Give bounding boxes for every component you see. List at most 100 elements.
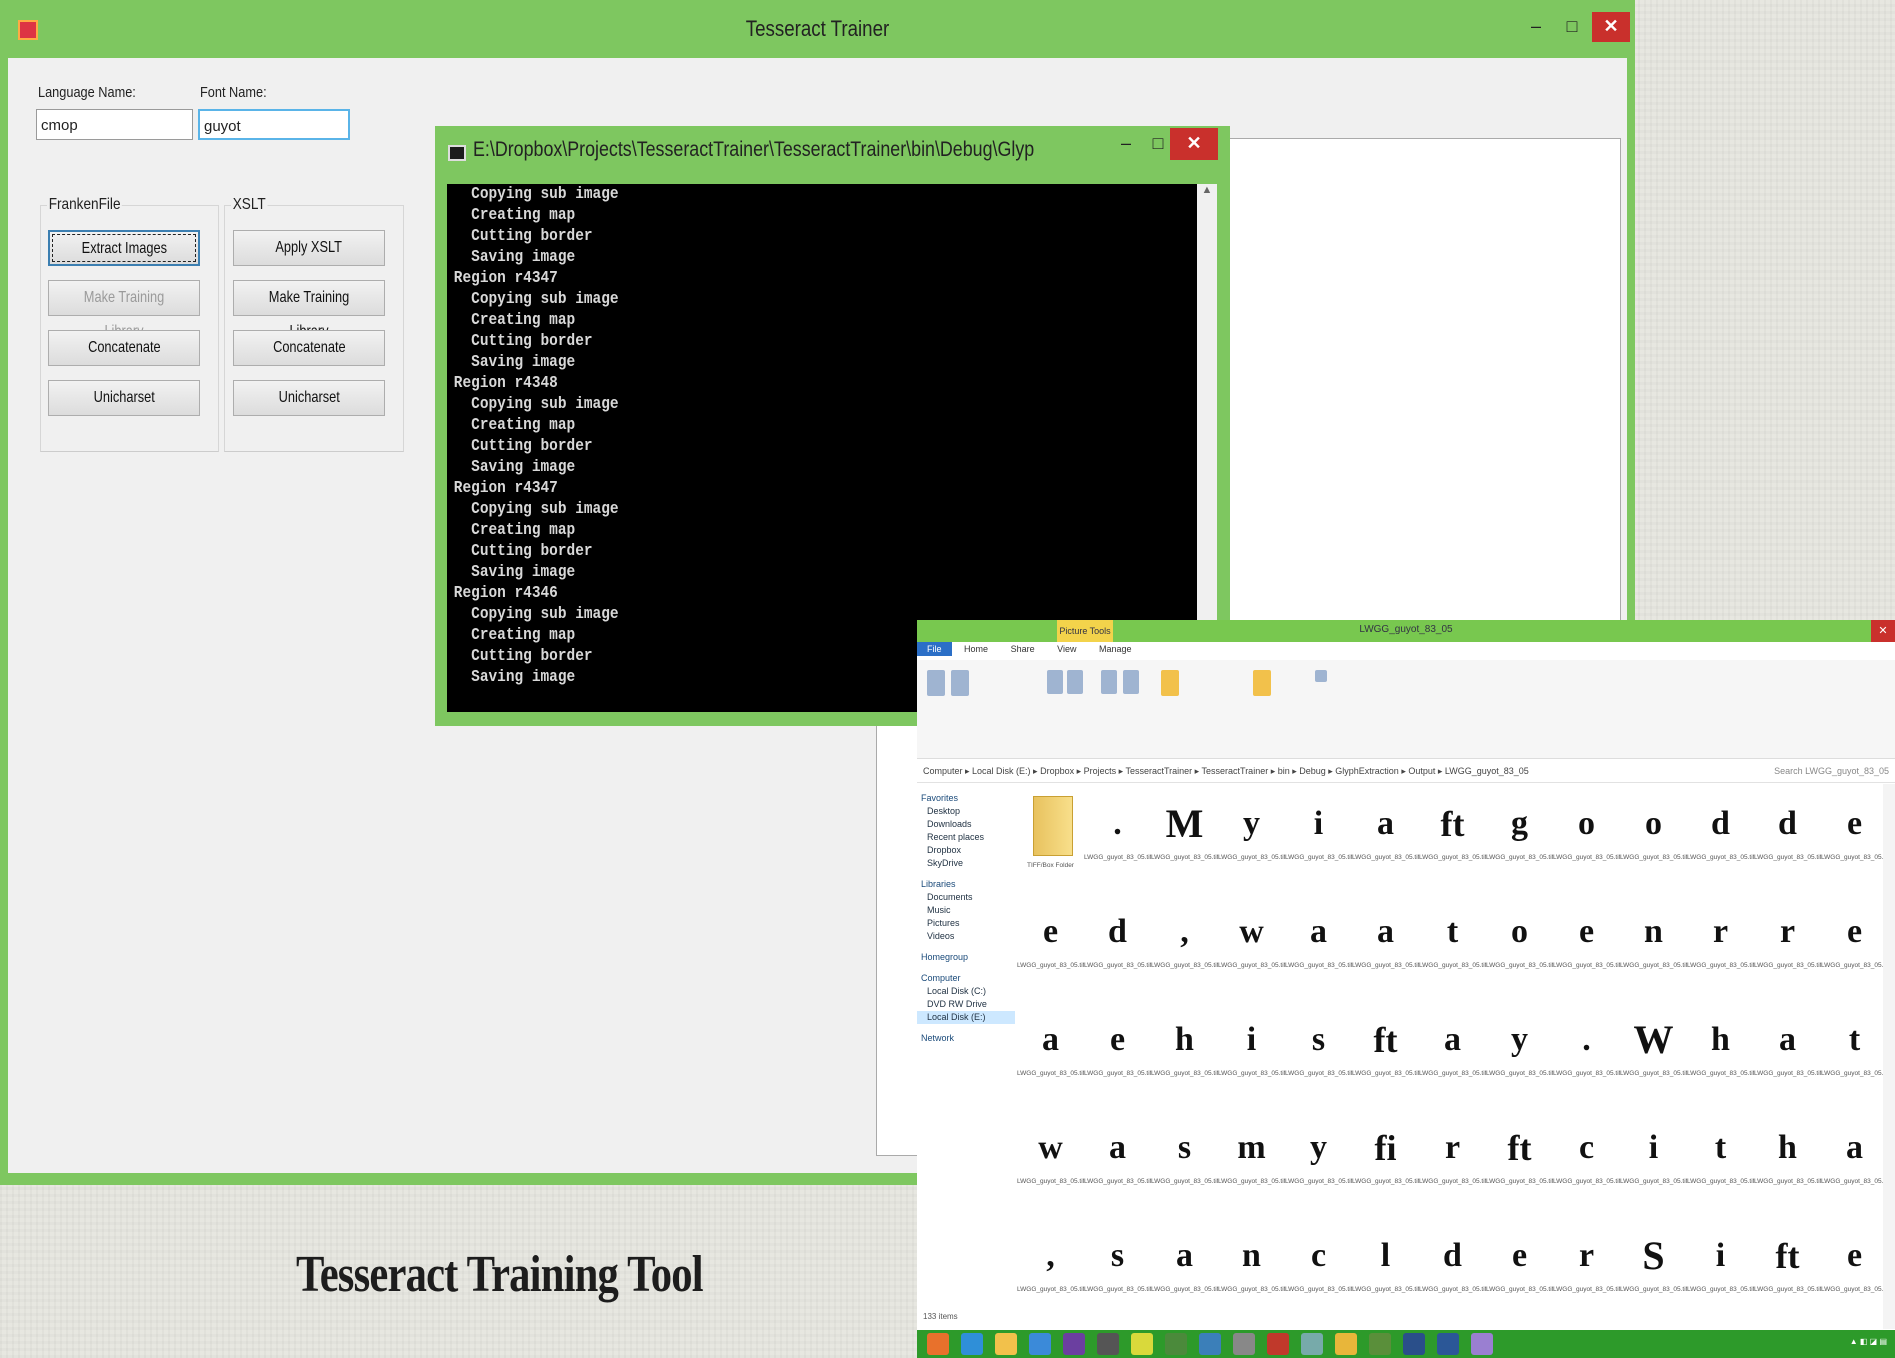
glyph-file-item[interactable]: , LWGG_guyot_83_05.tif xyxy=(1017,1216,1084,1324)
app-task-icon[interactable] xyxy=(1165,1333,1187,1355)
glyph-file-item[interactable]: o LWGG_guyot_83_05.tif xyxy=(1620,784,1687,892)
glyph-file-item[interactable]: a LWGG_guyot_83_05.tif xyxy=(1754,1000,1821,1108)
powershell-icon[interactable] xyxy=(1403,1333,1425,1355)
glyph-file-item[interactable]: r LWGG_guyot_83_05.tif xyxy=(1687,892,1754,1000)
glyph-file-item[interactable]: W LWGG_guyot_83_05.tif xyxy=(1620,1000,1687,1108)
glyph-file-item[interactable]: a LWGG_guyot_83_05.tif xyxy=(1084,1108,1151,1216)
make-training-library-button-right[interactable]: Make Training Library xyxy=(233,280,385,340)
glyph-file-item[interactable]: o LWGG_guyot_83_05.tif xyxy=(1486,892,1553,1000)
glyph-file-item[interactable]: l LWGG_guyot_83_05.tif xyxy=(1352,1216,1419,1324)
glyph-file-item[interactable]: i LWGG_guyot_83_05.tif xyxy=(1218,1000,1285,1108)
scroll-up-arrow-icon[interactable]: ▲ xyxy=(1197,184,1217,196)
system-tray[interactable]: ▲ ◧ ◪ ▤ xyxy=(1850,1337,1887,1346)
glyph-file-item[interactable]: n LWGG_guyot_83_05.tif xyxy=(1218,1216,1285,1324)
glyph-file-item[interactable]: t LWGG_guyot_83_05.tif xyxy=(1687,1108,1754,1216)
console-close-button[interactable]: ✕ xyxy=(1170,128,1218,160)
game-icon[interactable] xyxy=(1369,1333,1391,1355)
glyph-file-item[interactable]: a LWGG_guyot_83_05.tif xyxy=(1419,1000,1486,1108)
nav-item[interactable]: Music xyxy=(917,904,1015,917)
glyph-file-item[interactable]: s LWGG_guyot_83_05.tif xyxy=(1285,1000,1352,1108)
glyph-file-item[interactable]: d LWGG_guyot_83_05.tif xyxy=(1419,1216,1486,1324)
glyph-file-item[interactable]: t LWGG_guyot_83_05.tif xyxy=(1821,1000,1888,1108)
glyph-file-item[interactable]: a LWGG_guyot_83_05.tif xyxy=(1017,1000,1084,1108)
nav-item[interactable]: Homegroup xyxy=(917,951,1015,964)
concatenate-button-right[interactable]: Concatenate xyxy=(233,330,385,366)
search-input[interactable]: Search LWGG_guyot_83_05 xyxy=(1774,760,1889,782)
explorer-title-bar[interactable]: Picture Tools LWGG_guyot_83_05 ✕ xyxy=(917,620,1895,642)
paste-icon[interactable] xyxy=(951,670,969,696)
glyph-file-item[interactable]: c LWGG_guyot_83_05.tif xyxy=(1285,1216,1352,1324)
tab-share[interactable]: Share xyxy=(1001,642,1045,656)
glyph-file-item[interactable]: n LWGG_guyot_83_05.tif xyxy=(1620,892,1687,1000)
tasks-icon[interactable] xyxy=(1471,1333,1493,1355)
glyph-file-item[interactable]: c LWGG_guyot_83_05.tif xyxy=(1553,1108,1620,1216)
glyph-file-item[interactable]: ft LWGG_guyot_83_05.tif xyxy=(1754,1216,1821,1324)
unicharset-button-right[interactable]: Unicharset xyxy=(233,380,385,416)
glyph-file-item[interactable]: S LWGG_guyot_83_05.tif xyxy=(1620,1216,1687,1324)
nav-item[interactable]: DVD RW Drive xyxy=(917,998,1015,1011)
tab-file[interactable]: File xyxy=(917,642,952,656)
tool-icon[interactable] xyxy=(1233,1333,1255,1355)
word-icon[interactable] xyxy=(1437,1333,1459,1355)
title-bar[interactable]: Tesseract Trainer – □ ✕ xyxy=(0,0,1635,58)
language-name-input[interactable]: cmop xyxy=(36,109,193,140)
nav-item[interactable]: SkyDrive xyxy=(917,857,1015,870)
glyph-file-item[interactable]: m LWGG_guyot_83_05.tif xyxy=(1218,1108,1285,1216)
glyph-file-item[interactable]: e LWGG_guyot_83_05.tif xyxy=(1486,1216,1553,1324)
glyph-file-item[interactable]: o LWGG_guyot_83_05.tif xyxy=(1553,784,1620,892)
remote-desktop-icon[interactable] xyxy=(1199,1333,1221,1355)
glyph-file-item[interactable]: a LWGG_guyot_83_05.tif xyxy=(1352,892,1419,1000)
nav-item[interactable]: Downloads xyxy=(917,818,1015,831)
glyph-file-item[interactable]: ft LWGG_guyot_83_05.tif xyxy=(1352,1000,1419,1108)
extract-images-button[interactable]: Extract Images xyxy=(48,230,200,266)
unicharset-button-left[interactable]: Unicharset xyxy=(48,380,200,416)
glyph-file-item[interactable]: e LWGG_guyot_83_05.tif xyxy=(1821,784,1888,892)
glyph-file-item[interactable]: w LWGG_guyot_83_05.tif xyxy=(1218,892,1285,1000)
glyph-file-item[interactable]: e LWGG_guyot_83_05.tif xyxy=(1553,892,1620,1000)
nav-item[interactable]: Pictures xyxy=(917,917,1015,930)
glyph-file-item[interactable]: ft LWGG_guyot_83_05.tif xyxy=(1419,784,1486,892)
glyph-file-item[interactable]: y LWGG_guyot_83_05.tif xyxy=(1285,1108,1352,1216)
nav-item[interactable]: Local Disk (E:) xyxy=(917,1011,1015,1024)
move-to-icon[interactable] xyxy=(1047,670,1063,694)
tab-manage[interactable]: Manage xyxy=(1089,642,1142,656)
nav-item[interactable]: Dropbox xyxy=(917,844,1015,857)
nav-item[interactable]: Videos xyxy=(917,930,1015,943)
properties-icon[interactable] xyxy=(1253,670,1271,696)
firefox-icon[interactable] xyxy=(927,1333,949,1355)
glyph-file-item[interactable]: t LWGG_guyot_83_05.tif xyxy=(1419,892,1486,1000)
glyph-file-item[interactable]: a LWGG_guyot_83_05.tif xyxy=(1151,1216,1218,1324)
glyph-file-item[interactable]: . LWGG_guyot_83_05.tif xyxy=(1553,1000,1620,1108)
tab-view[interactable]: View xyxy=(1047,642,1086,656)
network-icon[interactable] xyxy=(1301,1333,1323,1355)
file-grid-scrollbar[interactable] xyxy=(1883,784,1895,1329)
glyph-file-item[interactable]: . LWGG_guyot_83_05.tif xyxy=(1084,784,1151,892)
nav-item[interactable]: Libraries xyxy=(917,878,1015,891)
glyph-file-item[interactable]: M LWGG_guyot_83_05.tif xyxy=(1151,784,1218,892)
glyph-file-item[interactable]: i LWGG_guyot_83_05.tif xyxy=(1687,1216,1754,1324)
console-task-icon[interactable] xyxy=(1097,1333,1119,1355)
glyph-file-item[interactable]: , LWGG_guyot_83_05.tif xyxy=(1151,892,1218,1000)
glyph-file-item[interactable]: e LWGG_guyot_83_05.tif xyxy=(1821,892,1888,1000)
copy-icon[interactable] xyxy=(927,670,945,696)
minimize-button[interactable]: – xyxy=(1518,12,1554,42)
glyph-file-item[interactable]: y LWGG_guyot_83_05.tif xyxy=(1486,1000,1553,1108)
select-all-icon[interactable] xyxy=(1315,670,1327,682)
font-name-input[interactable]: guyot xyxy=(198,109,350,140)
glyph-file-item[interactable]: r LWGG_guyot_83_05.tif xyxy=(1419,1108,1486,1216)
glyph-file-item[interactable]: h LWGG_guyot_83_05.tif xyxy=(1151,1000,1218,1108)
glyph-file-item[interactable]: g LWGG_guyot_83_05.tif xyxy=(1486,784,1553,892)
rename-icon[interactable] xyxy=(1123,670,1139,694)
nav-item[interactable]: Documents xyxy=(917,891,1015,904)
glyph-file-item[interactable]: s LWGG_guyot_83_05.tif xyxy=(1151,1108,1218,1216)
nav-item[interactable]: Local Disk (C:) xyxy=(917,985,1015,998)
copy-to-icon[interactable] xyxy=(1067,670,1083,694)
glyph-file-item[interactable]: r LWGG_guyot_83_05.tif xyxy=(1553,1216,1620,1324)
nav-item[interactable]: Computer xyxy=(917,972,1015,985)
glyph-file-item[interactable]: h LWGG_guyot_83_05.tif xyxy=(1687,1000,1754,1108)
glyph-file-item[interactable]: h LWGG_guyot_83_05.tif xyxy=(1754,1108,1821,1216)
glyph-file-item[interactable]: r LWGG_guyot_83_05.tif xyxy=(1754,892,1821,1000)
nav-item[interactable]: Recent places xyxy=(917,831,1015,844)
glyph-file-item[interactable]: ft LWGG_guyot_83_05.tif xyxy=(1486,1108,1553,1216)
glyph-file-item[interactable]: i LWGG_guyot_83_05.tif xyxy=(1285,784,1352,892)
